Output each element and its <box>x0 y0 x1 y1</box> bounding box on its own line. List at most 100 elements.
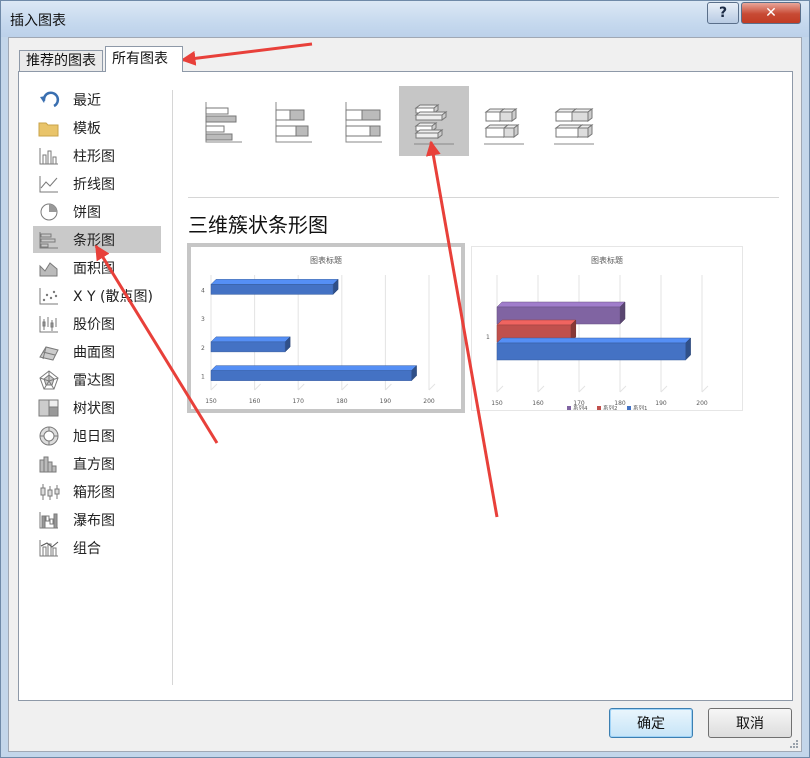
chart-2-x-tick-label: 190 <box>655 400 667 407</box>
sidebar-item-combo-chart[interactable]: 组合 <box>33 534 161 561</box>
close-icon: ✕ <box>765 5 777 21</box>
waterfall-chart-icon <box>38 510 60 530</box>
subtype-option-1[interactable] <box>189 86 259 156</box>
sidebar-item-label: 折线图 <box>73 176 115 193</box>
chart-1-y-tick-label: 2 <box>201 345 205 352</box>
resize-grip-icon[interactable] <box>789 739 799 749</box>
sidebar-item-label: 旭日图 <box>73 428 115 445</box>
subtype-option-4[interactable] <box>399 86 469 156</box>
sidebar-item-label: 模板 <box>73 120 101 137</box>
subtype-option-3[interactable] <box>329 86 399 156</box>
chart-1-title: 图表标题 <box>310 255 342 265</box>
sidebar-item-pie-chart[interactable]: 饼图 <box>33 198 161 225</box>
scatter-chart-icon <box>38 286 60 306</box>
chart-2-legend-label: 系列1 <box>633 404 648 410</box>
title-bar: 插入图表 ? ✕ <box>1 1 809 37</box>
chart-2-legend-swatch <box>627 406 631 410</box>
sidebar-item-column-chart[interactable]: 柱形图 <box>33 142 161 169</box>
surface-chart-icon <box>38 342 60 362</box>
chart-1-x-tick-label: 150 <box>205 398 217 405</box>
chart-1-bar <box>210 336 291 353</box>
chart-1-x-tick-label: 170 <box>292 398 304 405</box>
sidebar-item-label: 曲面图 <box>73 344 115 361</box>
chart-2-x-tick-label: 150 <box>491 400 503 407</box>
chart-preview-1[interactable]: 图表标题 150 160 170 180 190 200 1 2 3 4 <box>187 243 465 413</box>
sidebar-item-bar-chart[interactable]: 条形图 <box>33 226 161 253</box>
sunburst-chart-icon <box>38 426 60 446</box>
window-title: 插入图表 <box>10 13 66 29</box>
chart-2-x-tick-label: 160 <box>532 400 544 407</box>
subtype-heading: 三维簇状条形图 <box>188 213 328 237</box>
sidebar-item-treemap-chart[interactable]: 树状图 <box>33 394 161 421</box>
combo-chart-icon <box>38 538 60 558</box>
tab-panel: 最近模板柱形图折线图饼图条形图面积图 X Y (散点图) 股价图曲面图雷达图树状图旭… <box>18 71 793 701</box>
subtype-divider <box>188 197 779 198</box>
chart-1-y-tick-label: 4 <box>201 287 205 294</box>
help-button[interactable]: ? <box>707 2 739 24</box>
tab-recommended-charts[interactable]: 推荐的图表 <box>19 50 103 72</box>
folder-icon <box>38 118 60 138</box>
sidebar-item-label: 股价图 <box>73 316 115 333</box>
sidebar-item-undo-arrow[interactable]: 最近 <box>33 86 161 113</box>
histogram-chart-icon <box>38 454 60 474</box>
sidebar-item-label: 条形图 <box>73 232 115 249</box>
sidebar-item-radar-chart[interactable]: 雷达图 <box>33 366 161 393</box>
subtype-option-2[interactable] <box>259 86 329 156</box>
sidebar-item-line-chart[interactable]: 折线图 <box>33 170 161 197</box>
sidebar-item-label: 树状图 <box>73 400 115 417</box>
subtype-option-5[interactable] <box>469 86 539 156</box>
subtype-option-6[interactable] <box>539 86 609 156</box>
chart-2-y-tick-label: 1 <box>486 334 490 341</box>
stock-chart-icon <box>38 314 60 334</box>
chart-1-x-tick-label: 160 <box>249 398 261 405</box>
sidebar-item-folder[interactable]: 模板 <box>33 114 161 141</box>
3d-percent-stacked-bar-icon <box>554 108 594 145</box>
3d-stacked-bar-icon <box>484 108 524 145</box>
sidebar-item-box-whisker-chart[interactable]: 箱形图 <box>33 478 161 505</box>
treemap-chart-icon <box>38 398 60 418</box>
sidebar-item-histogram-chart[interactable]: 直方图 <box>33 450 161 477</box>
sidebar-item-stock-chart[interactable]: 股价图 <box>33 310 161 337</box>
radar-chart-icon <box>38 369 60 390</box>
chart-1-x-tick-label: 180 <box>336 398 348 405</box>
column-chart-icon <box>38 146 60 166</box>
pie-chart-icon <box>38 202 60 222</box>
sidebar-item-label: 箱形图 <box>73 484 115 501</box>
ok-button[interactable]: 确定 <box>609 708 693 738</box>
sidebar-item-label: 雷达图 <box>73 372 115 389</box>
chart-1-y-tick-label: 1 <box>201 374 205 381</box>
stacked-bar-icon <box>275 102 312 143</box>
sidebar-item-waterfall-chart[interactable]: 瀑布图 <box>33 506 161 533</box>
chart-2-legend-swatch <box>597 406 601 410</box>
sidebar-item-surface-chart[interactable]: 曲面图 <box>33 338 161 365</box>
sidebar-item-label: 面积图 <box>73 260 115 277</box>
chart-2-legend-swatch <box>567 406 571 410</box>
chart-1-y-tick-label: 3 <box>201 316 205 323</box>
sidebar-divider <box>172 90 173 685</box>
chart-1-bar <box>210 365 418 382</box>
sidebar-item-sunburst-chart[interactable]: 旭日图 <box>33 422 161 449</box>
3d-clustered-bar-icon <box>414 104 454 145</box>
chart-preview-2[interactable]: 图表标题 150 160 170 180 190 200 1 系列4 系列2 系列1 <box>471 246 743 412</box>
undo-arrow-icon <box>38 90 60 110</box>
sidebar-item-label: 最近 <box>73 92 101 109</box>
help-icon: ? <box>718 5 728 21</box>
bar-chart-icon <box>38 230 60 250</box>
chart-2-bar-3 <box>496 337 692 361</box>
cancel-button[interactable]: 取消 <box>708 708 792 738</box>
dialog-client-area: 推荐的图表 所有图表 最近模板柱形图折线图饼图条形图面积图 X Y (散点图) 股价… <box>8 37 802 752</box>
chart-1-x-tick-label: 200 <box>423 398 435 405</box>
tab-all-charts[interactable]: 所有图表 <box>105 46 183 72</box>
chart-1-x-tick-label: 190 <box>380 398 392 405</box>
sidebar-item-area-chart[interactable]: 面积图 <box>33 254 161 281</box>
sidebar-item-scatter-chart[interactable]: X Y (散点图) <box>33 282 161 309</box>
sidebar-item-label: 瀑布图 <box>73 512 115 529</box>
sidebar-item-label: 直方图 <box>73 456 115 473</box>
line-chart-icon <box>38 174 60 194</box>
chart-preview-1-svg: 图表标题 150 160 170 180 190 200 1 2 3 4 <box>201 255 436 405</box>
chart-preview-2-svg: 图表标题150 160 170 180 190 2001系列4 系列2 系列1 <box>486 255 709 412</box>
chart-1-bar <box>210 278 339 295</box>
close-button[interactable]: ✕ <box>741 2 801 24</box>
area-chart-icon <box>38 258 60 278</box>
chart-2-title: 图表标题 <box>591 255 623 265</box>
